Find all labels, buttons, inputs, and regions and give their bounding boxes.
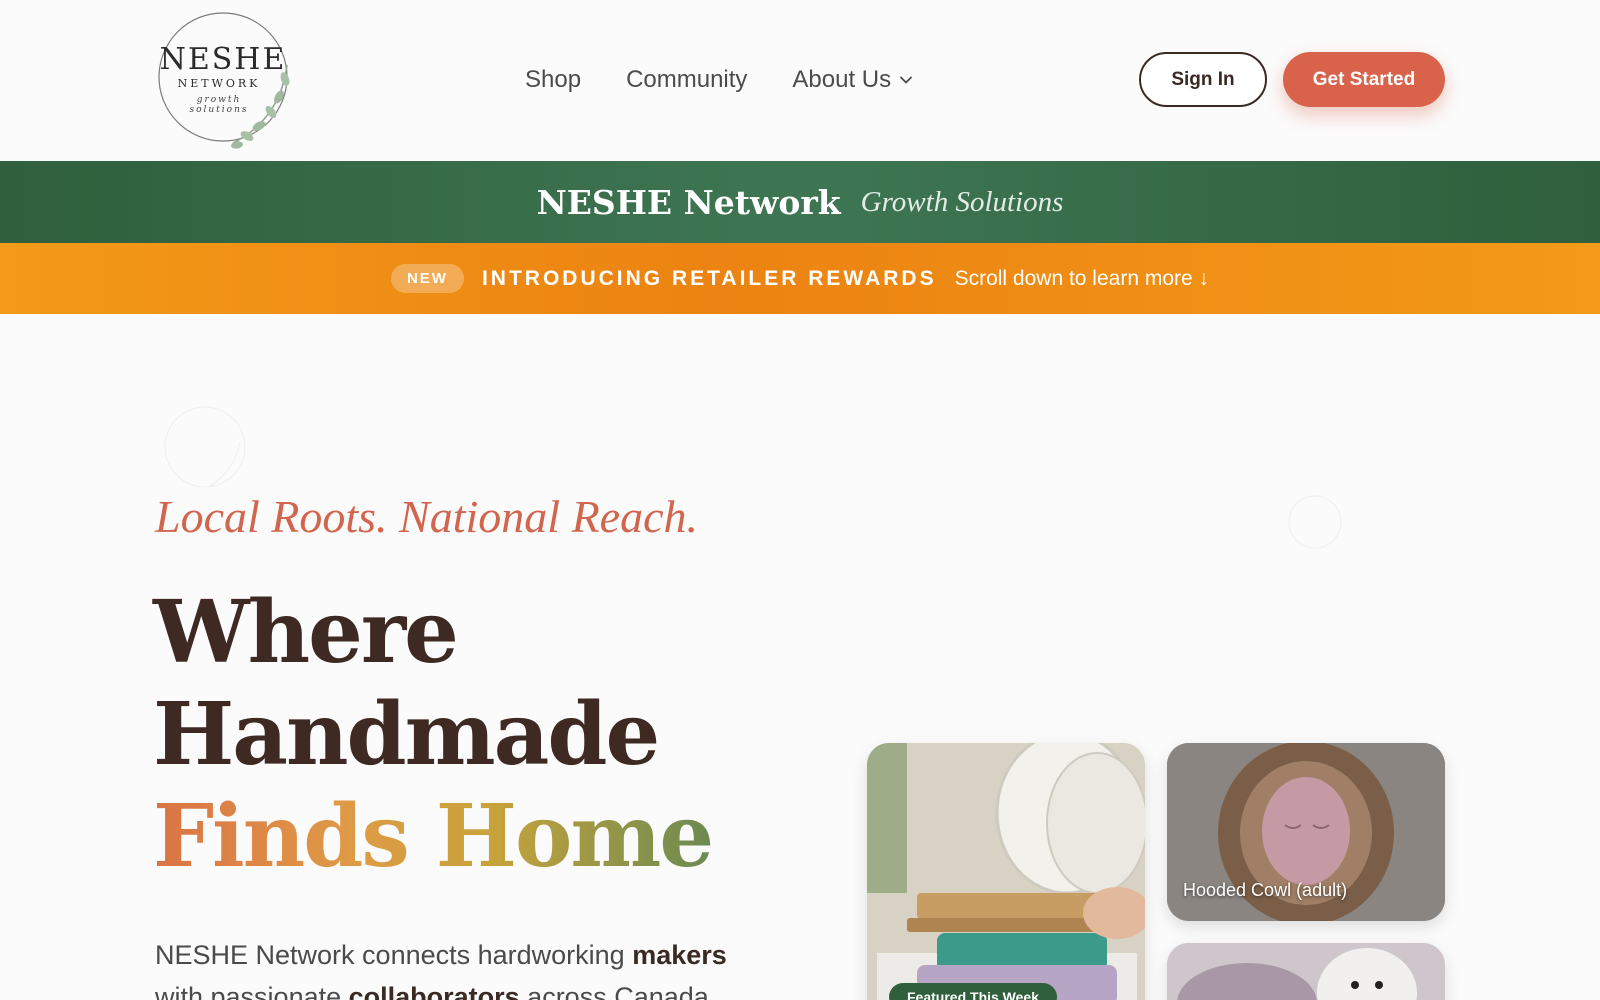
announcement-title: INTRODUCING RETAILER REWARDS bbox=[481, 266, 937, 290]
description-text: with passionate bbox=[155, 982, 349, 1000]
site-header: NESHE NETWORK growth solutions Shop Comm… bbox=[0, 0, 1600, 161]
banner-subtitle: Growth Solutions bbox=[860, 185, 1064, 218]
svg-text:NESHE: NESHE bbox=[160, 42, 287, 77]
nav-item-label: Community bbox=[626, 66, 748, 93]
nav-item-label: Shop bbox=[525, 66, 582, 93]
announcement-bar[interactable]: NEW INTRODUCING RETAILER REWARDS Scroll … bbox=[0, 243, 1600, 314]
featured-badge: Featured This Week bbox=[889, 983, 1058, 1000]
svg-text:NETWORK: NETWORK bbox=[178, 77, 261, 90]
sign-in-button[interactable]: Sign In bbox=[1139, 52, 1267, 107]
description-bold: collaborators bbox=[348, 982, 520, 1000]
product-card-hooded-cowl[interactable]: Hooded Cowl (adult) bbox=[1167, 743, 1445, 921]
nav-item-about-us[interactable]: About Us bbox=[792, 66, 913, 94]
dish-cloth-image bbox=[867, 743, 1145, 1000]
banner-title: NESHE Network bbox=[536, 182, 841, 222]
scroll-down-link[interactable]: Scroll down to learn more ↓ bbox=[955, 267, 1209, 291]
product-card[interactable] bbox=[1167, 943, 1445, 1000]
description-text: across Canada. bbox=[519, 982, 717, 1000]
brand-logo[interactable]: NESHE NETWORK growth solutions bbox=[155, 9, 301, 151]
get-started-button[interactable]: Get Started bbox=[1283, 52, 1445, 107]
new-badge: NEW bbox=[390, 264, 464, 293]
description-text: NESHE Network connects hardworking bbox=[155, 940, 633, 970]
brand-banner: NESHE Network Growth Solutions bbox=[0, 161, 1600, 243]
hero-tagline: Local Roots. National Reach. bbox=[155, 491, 699, 542]
chevron-down-icon bbox=[900, 76, 913, 84]
svg-text:solutions: solutions bbox=[189, 105, 248, 115]
hero-description: NESHE Network connects hardworking maker… bbox=[155, 934, 755, 1000]
logo-watermark-icon bbox=[1288, 495, 1342, 549]
product-image bbox=[1167, 943, 1445, 1000]
product-caption: Hooded Cowl (adult) bbox=[1183, 880, 1348, 900]
logo-watermark-icon bbox=[164, 406, 246, 488]
description-bold: makers bbox=[632, 940, 727, 970]
logo-icon: NESHE NETWORK growth solutions bbox=[158, 12, 290, 149]
headline-line-highlight: Finds Home bbox=[153, 786, 714, 887]
nav-item-label: About Us bbox=[792, 66, 892, 93]
headline-line: Where bbox=[153, 582, 459, 683]
featured-product-card[interactable]: Featured This Week bbox=[867, 743, 1145, 1000]
nav-item-community[interactable]: Community bbox=[626, 66, 747, 94]
hero-headline: Where Handmade Finds Home bbox=[153, 582, 714, 888]
headline-line: Handmade bbox=[153, 684, 660, 785]
svg-text:growth: growth bbox=[197, 95, 242, 105]
nav-item-shop[interactable]: Shop bbox=[525, 66, 581, 94]
main-nav: Shop Community About Us bbox=[525, 60, 913, 100]
